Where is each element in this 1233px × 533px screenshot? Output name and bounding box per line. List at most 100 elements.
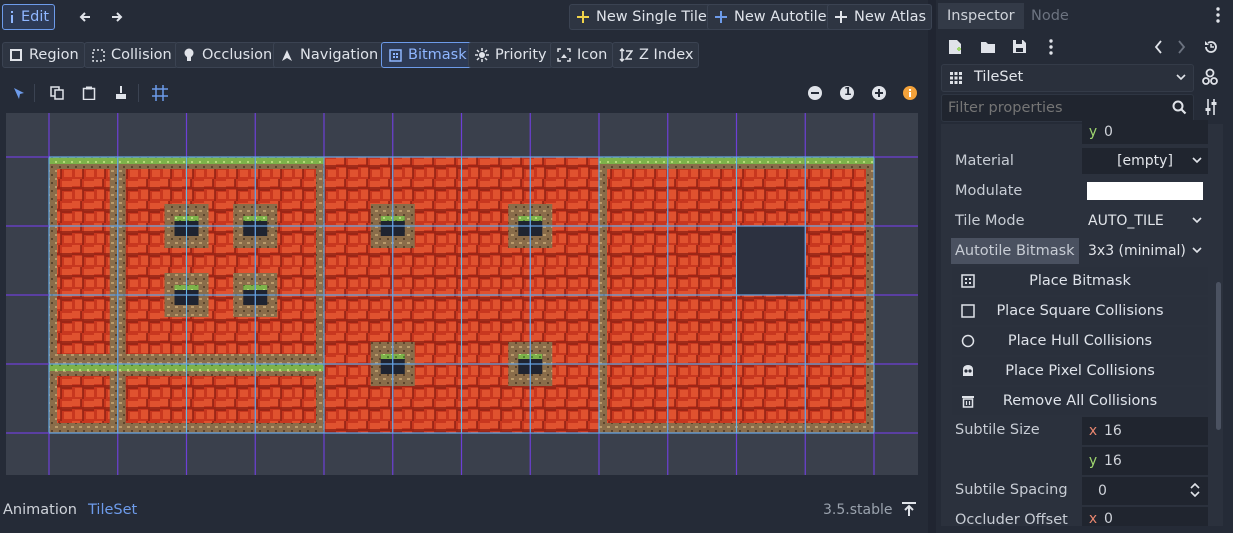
resource-selector[interactable]: TileSet [941, 64, 1194, 92]
panel-menu-icon[interactable] [1216, 7, 1220, 23]
filter-options-icon[interactable] [1204, 99, 1218, 115]
light-bulb-icon [181, 47, 197, 63]
subtile-size-label: Subtile Size [955, 422, 1040, 438]
animation-panel-button[interactable]: Animation [3, 502, 77, 518]
search-icon [1172, 100, 1187, 115]
material-field[interactable]: [empty] [1082, 148, 1208, 174]
erase-button[interactable] [108, 80, 134, 106]
autotile-bitmask-dropdown[interactable]: 3x3 (minimal) [1082, 238, 1208, 264]
tab-icon[interactable]: Icon [550, 42, 614, 68]
tab-icon-label: Icon [577, 47, 608, 63]
history-back-icon[interactable] [1154, 40, 1162, 54]
subtile-size-x-field[interactable]: x 16 [1082, 417, 1208, 445]
subtile-spacing-value: 0 [1098, 483, 1107, 499]
tab-priority[interactable]: Priority [468, 42, 553, 68]
bottom-bar: Animation TileSet 3.5.stable [0, 496, 928, 526]
new-single-tile-label: New Single Tile [596, 9, 707, 25]
help-button[interactable] [897, 80, 923, 106]
back-button[interactable] [72, 4, 98, 30]
new-atlas-label: New Atlas [854, 9, 927, 25]
tab-collision[interactable]: Collision [84, 42, 178, 68]
spin-arrows-icon[interactable] [1190, 483, 1200, 497]
tile-mode-label: Tile Mode [955, 213, 1025, 229]
tileset-viewport[interactable] [6, 113, 918, 475]
place-square-collisions-label: Place Square Collisions [996, 303, 1164, 319]
plus-icon [833, 9, 849, 25]
icon-select-icon [556, 47, 572, 63]
forward-button[interactable] [104, 4, 130, 30]
object-history-icon[interactable] [1204, 40, 1218, 54]
trash-icon [960, 393, 976, 409]
select-tool-button[interactable] [6, 80, 32, 106]
new-single-tile-button[interactable]: New Single Tile [569, 4, 713, 30]
autotile-bitmask-value: 3x3 (minimal) [1088, 243, 1186, 259]
place-bitmask-button[interactable]: Place Bitmask [952, 267, 1208, 295]
paste-button[interactable] [76, 80, 102, 106]
new-resource-icon[interactable] [948, 39, 962, 55]
modulate-row: Modulate [944, 176, 1214, 206]
tile-mode-dropdown[interactable]: AUTO_TILE [1082, 208, 1208, 234]
tab-node[interactable]: Node [1022, 3, 1078, 29]
tab-bitmask[interactable]: Bitmask [381, 42, 473, 68]
chevron-down-icon [1176, 74, 1186, 81]
filter-properties-field[interactable] [941, 94, 1194, 122]
modulate-color-swatch[interactable] [1087, 182, 1203, 200]
more-options-icon[interactable] [1049, 39, 1053, 55]
toolbar-separator [138, 84, 139, 102]
new-atlas-button[interactable]: New Atlas [827, 4, 933, 30]
filter-properties-input[interactable] [948, 98, 1158, 118]
grid-snap-icon [152, 85, 168, 101]
arrow-left-icon [77, 9, 93, 25]
snap-grid-button[interactable] [147, 80, 173, 106]
subtile-spacing-label: Subtile Spacing [955, 482, 1068, 498]
tab-occlusion-label: Occlusion [202, 47, 273, 63]
zoom-reset-button[interactable]: 1 [834, 80, 860, 106]
tab-region-label: Region [29, 47, 79, 63]
expand-bottom-panel-icon[interactable] [901, 502, 917, 516]
tab-z-index[interactable]: Z Index [612, 42, 700, 68]
tab-inspector[interactable]: Inspector [938, 3, 1024, 29]
bitmask-icon [960, 273, 976, 289]
history-forward-icon[interactable] [1178, 40, 1186, 54]
tileset-texture[interactable] [6, 113, 918, 475]
subtile-size-x-value: 16 [1104, 423, 1122, 439]
edit-button[interactable]: Edit [2, 4, 56, 30]
inspector-scrollbar[interactable] [1216, 282, 1221, 430]
place-square-collisions-button[interactable]: Place Square Collisions [952, 297, 1208, 325]
bitmask-icon [387, 47, 403, 63]
y-axis-label: y [1088, 453, 1098, 469]
chevron-down-icon [1192, 247, 1202, 254]
tileset-panel-button[interactable]: TileSet [88, 502, 137, 518]
autotile-bitmask-row: Autotile Bitmask 3x3 (minimal) [944, 236, 1214, 266]
broom-icon [113, 85, 129, 101]
chevron-down-icon [1192, 157, 1202, 164]
subtile-size-y-field[interactable]: y 16 [1082, 447, 1208, 475]
remove-all-collisions-button[interactable]: Remove All Collisions [952, 387, 1208, 415]
tab-occlusion[interactable]: Occlusion [175, 42, 279, 68]
info-icon [8, 9, 16, 25]
open-folder-icon[interactable] [980, 40, 996, 54]
place-pixel-collisions-button[interactable]: Place Pixel Collisions [952, 357, 1208, 385]
tab-navigation[interactable]: Navigation [273, 42, 385, 68]
copy-button[interactable] [44, 80, 70, 106]
subtile-spacing-spinbox[interactable]: 0 [1082, 477, 1208, 505]
plus-icon [575, 9, 591, 25]
occluder-offset-x-field[interactable]: x 0 [1082, 507, 1208, 526]
save-icon[interactable] [1012, 39, 1027, 54]
resource-tools-icon[interactable] [1202, 68, 1218, 86]
tab-region[interactable]: Region [2, 42, 85, 68]
new-autotile-button[interactable]: New Autotile [707, 4, 833, 30]
plus-icon [713, 9, 729, 25]
material-value: [empty] [1117, 153, 1173, 169]
chevron-down-icon [1192, 217, 1202, 224]
x-axis-label: x [1088, 511, 1098, 526]
pool-small-lava [57, 376, 110, 423]
offset-y-field[interactable]: y 0 [1082, 120, 1208, 144]
zoom-out-button[interactable] [802, 80, 828, 106]
resource-name: TileSet [974, 69, 1024, 85]
place-hull-collisions-button[interactable]: Place Hull Collisions [952, 327, 1208, 355]
tab-z-index-label: Z Index [639, 47, 694, 63]
modulate-label: Modulate [955, 183, 1023, 199]
zoom-in-icon [871, 85, 887, 101]
zoom-in-button[interactable] [866, 80, 892, 106]
